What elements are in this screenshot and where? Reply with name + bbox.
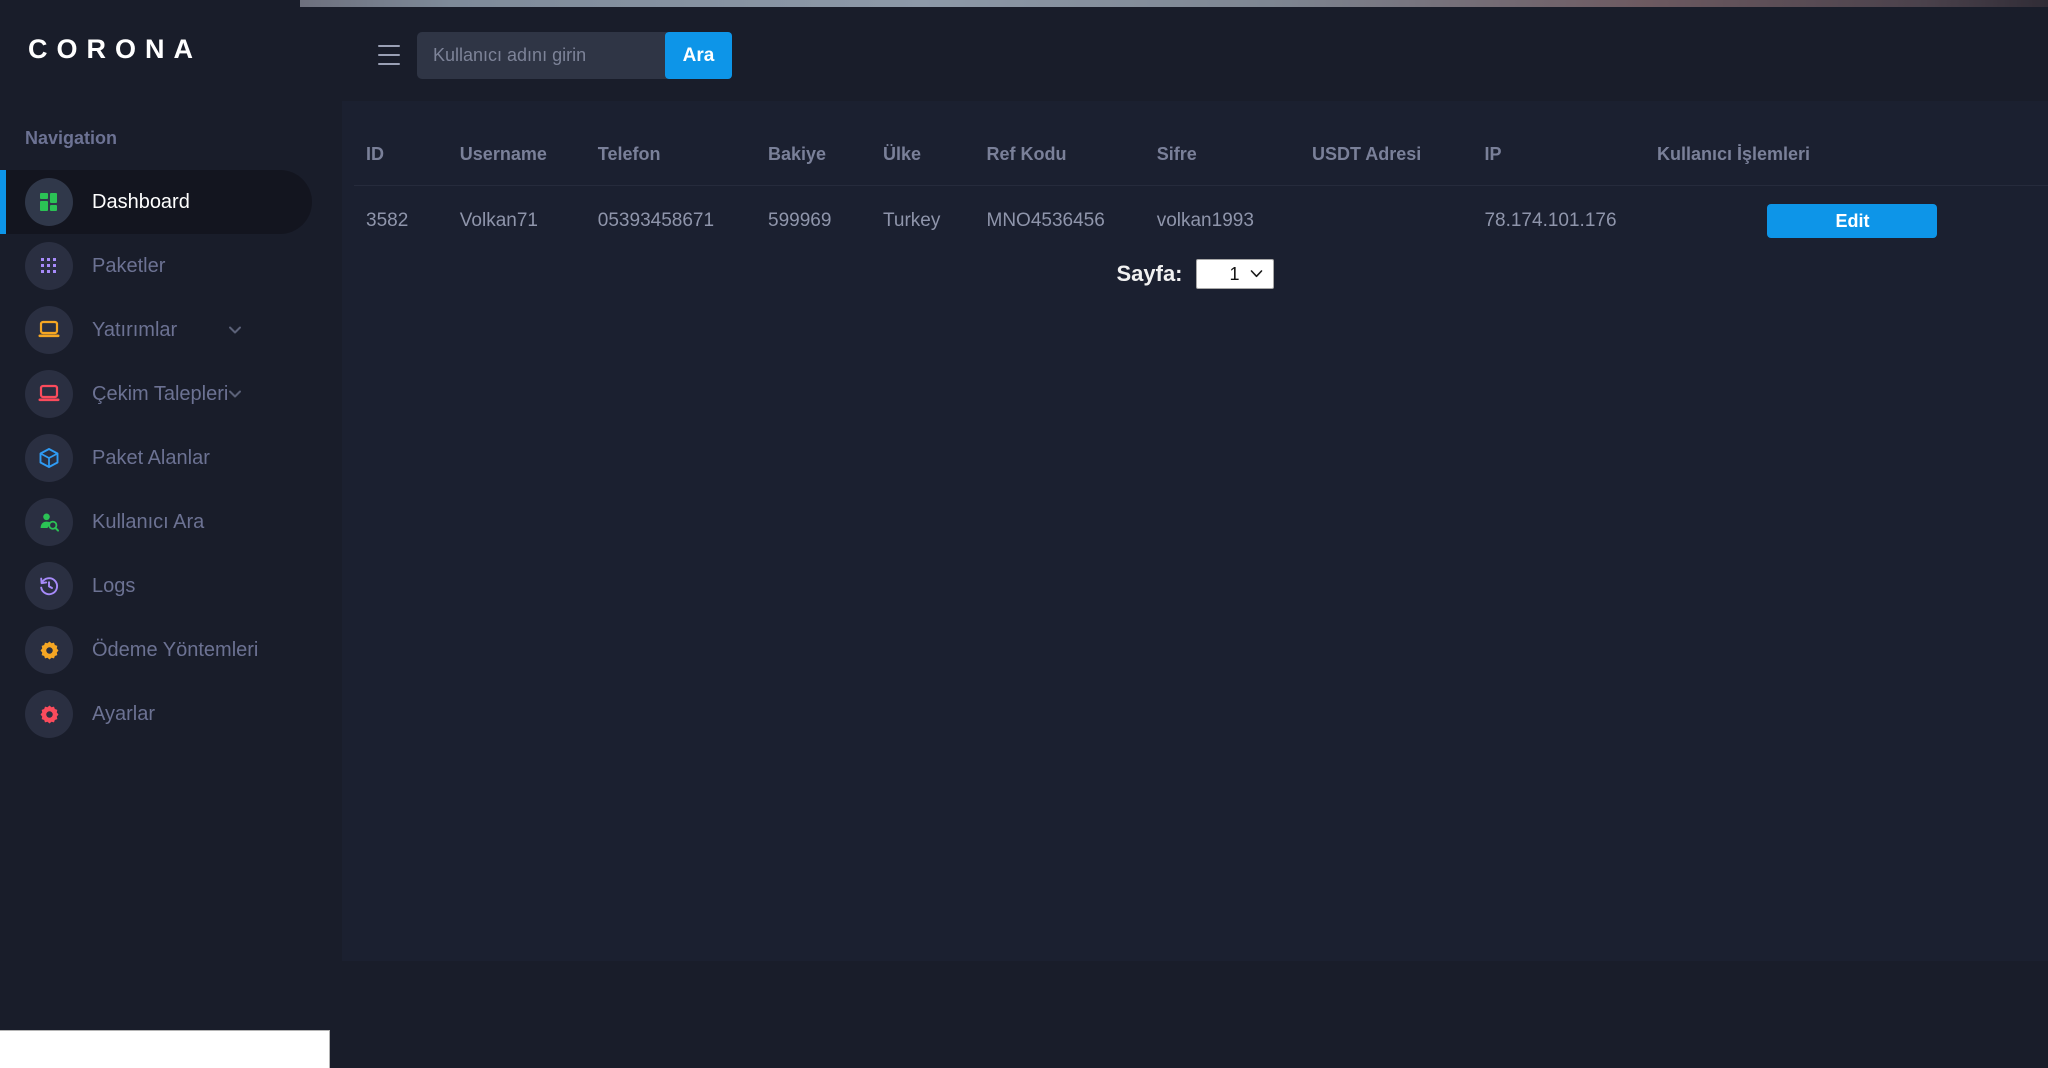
browser-chrome-sliver-left-mask	[0, 0, 300, 7]
sidebar-item-label: Logs	[92, 574, 136, 597]
column-header-bakiye: Bakiye	[768, 144, 827, 164]
main-content: ID Username Telefon Bakiye Ülke Ref Kodu…	[330, 101, 2048, 1068]
column-header-telefon: Telefon	[597, 144, 661, 164]
sidebar-item-kullanici-ara[interactable]: Kullanıcı Ara	[0, 490, 330, 554]
history-clock-icon	[25, 562, 73, 610]
column-header-usdt-adresi: USDT Adresi	[1311, 144, 1422, 164]
column-header-kullanici-islemleri: Kullanıcı İşlemleri	[1656, 144, 1811, 164]
top-header: Ara	[330, 7, 2048, 101]
sidebar-item-label: Kullanıcı Ara	[92, 510, 205, 533]
laptop-red-icon	[25, 370, 73, 418]
column-header-username: Username	[459, 144, 547, 164]
column-header-id: ID	[366, 144, 384, 164]
sidebar-item-logs[interactable]: Logs	[0, 554, 330, 618]
sidebar-item-paket-alanlar[interactable]: Paket Alanlar	[0, 426, 330, 490]
box-icon	[25, 434, 73, 482]
gear-red-icon	[25, 690, 73, 738]
table-header: ID Username Telefon Bakiye Ülke Ref Kodu…	[354, 132, 2048, 186]
sidebar-item-ayarlar[interactable]: Ayarlar	[0, 682, 330, 746]
sidebar-section-label: Navigation	[25, 128, 118, 148]
sidebar-nav-list: Dashboard Paketler Yatırımlar Çekim Tale…	[0, 170, 330, 746]
column-header-ref-kodu: Ref Kodu	[986, 144, 1067, 164]
cell-username: Volkan71	[459, 210, 538, 231]
cell-telefon: 05393458671	[597, 210, 715, 231]
sidebar-item-label: Ayarlar	[92, 702, 155, 725]
pagination-select-wrap: 1	[1195, 259, 1274, 289]
laptop-icon	[25, 306, 73, 354]
browser-chrome-sliver	[0, 0, 2048, 7]
chevron-down-icon[interactable]	[228, 387, 242, 401]
users-table-card: ID Username Telefon Bakiye Ülke Ref Kodu…	[342, 101, 2048, 961]
sidebar-item-paketler[interactable]: Paketler	[0, 234, 330, 298]
chevron-down-icon[interactable]	[228, 323, 242, 337]
pagination: Sayfa: 1	[342, 259, 2048, 289]
search-input[interactable]	[417, 32, 667, 79]
edit-button[interactable]: Edit	[1767, 204, 1938, 238]
column-header-sifre: Sifre	[1156, 144, 1197, 164]
sidebar-item-yatirimlar[interactable]: Yatırımlar	[0, 298, 330, 362]
cell-bakiye: 599969	[768, 210, 832, 231]
table-body: 3582 Volkan71 05393458671 599969 Turkey …	[354, 185, 2048, 257]
cell-id: 3582	[366, 210, 409, 231]
cell-actions: Edit	[1657, 186, 2048, 257]
hamburger-icon[interactable]	[378, 45, 404, 65]
cell-ref-kodu: MNO4536456	[986, 210, 1105, 231]
users-table: ID Username Telefon Bakiye Ülke Ref Kodu…	[354, 132, 2048, 256]
gear-yellow-icon	[25, 626, 73, 674]
app-root: CORONA Navigation Dashboard Paketler Yat…	[0, 0, 2048, 1068]
sidebar-item-label: Çekim Talepleri	[92, 382, 229, 405]
grid-icon	[25, 178, 73, 226]
table-header-row: ID Username Telefon Bakiye Ülke Ref Kodu…	[354, 132, 2048, 186]
cell-ulke: Turkey	[883, 210, 941, 231]
brand-logo: CORONA	[28, 34, 202, 64]
table-row: 3582 Volkan71 05393458671 599969 Turkey …	[354, 185, 2048, 257]
download-status-bar[interactable]	[0, 1030, 330, 1068]
sidebar-item-label: Yatırımlar	[92, 318, 178, 341]
sidebar-item-cekim-talepleri[interactable]: Çekim Talepleri	[0, 362, 330, 426]
sidebar-item-dashboard[interactable]: Dashboard	[0, 170, 312, 234]
search-button[interactable]: Ara	[665, 32, 732, 79]
column-header-ulke: Ülke	[883, 144, 922, 164]
page-select[interactable]: 1	[1195, 259, 1274, 289]
user-search-icon	[25, 498, 73, 546]
cell-usdt-adresi	[1312, 186, 1485, 257]
sidebar-item-label: Ödeme Yöntemleri	[92, 638, 259, 661]
pagination-label: Sayfa:	[1116, 261, 1183, 286]
sidebar-item-label: Paket Alanlar	[92, 446, 210, 469]
cell-ip: 78.174.101.176	[1484, 210, 1617, 231]
sidebar: CORONA Navigation Dashboard Paketler Yat…	[0, 7, 330, 1068]
dots-grid-icon	[25, 242, 73, 290]
sidebar-item-label: Dashboard	[92, 190, 190, 213]
cell-sifre: volkan1993	[1156, 210, 1254, 231]
sidebar-item-label: Paketler	[92, 254, 166, 277]
sidebar-item-odeme-yontemleri[interactable]: Ödeme Yöntemleri	[0, 618, 330, 682]
column-header-ip: IP	[1484, 144, 1502, 164]
search-bar: Ara	[417, 32, 732, 79]
